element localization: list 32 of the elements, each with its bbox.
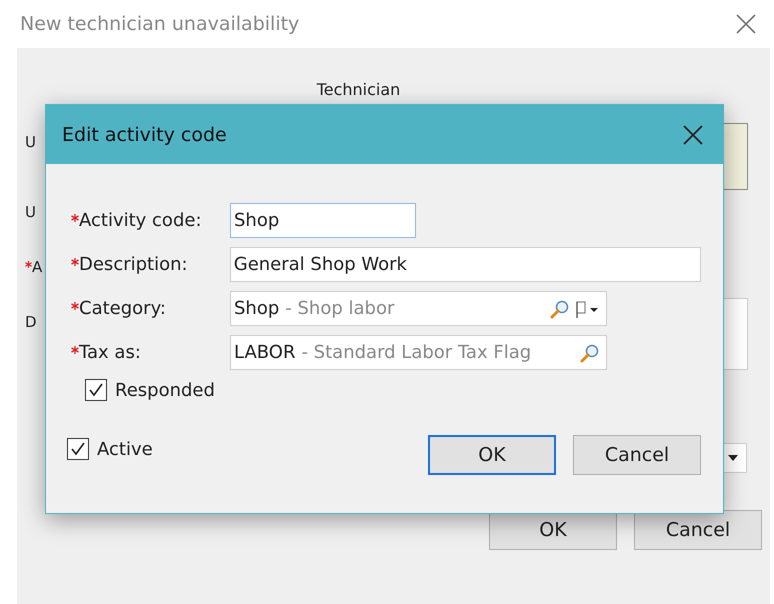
search-icon[interactable]: [580, 342, 600, 362]
checkbox-label: Responded: [115, 380, 215, 400]
flag-menu-icon[interactable]: [574, 298, 600, 318]
checkbox-label: Active: [97, 438, 153, 460]
lookup-description: - Standard Labor Tax Flag: [301, 342, 532, 363]
section-heading: Technician: [316, 80, 402, 99]
lookup-code: LABOR: [234, 342, 296, 363]
input-field[interactable]: Shop: [230, 203, 416, 238]
search-icon[interactable]: [550, 298, 570, 318]
lookup-description: - Shop labor: [285, 298, 394, 319]
close-icon[interactable]: [736, 14, 756, 34]
lookup-code: Shop: [234, 298, 280, 319]
field-label: U: [25, 133, 36, 151]
checkbox[interactable]: [85, 379, 107, 401]
ok-button[interactable]: OK: [428, 435, 556, 475]
field-label: Category:: [79, 298, 166, 319]
input-field[interactable]: General Shop Work: [230, 247, 701, 282]
window-title: New technician unavailability: [20, 13, 300, 35]
lookup-field[interactable]: Shop - Shop labor: [230, 291, 607, 326]
lookup-field[interactable]: LABOR - Standard Labor Tax Flag: [230, 335, 607, 370]
field-label: D: [25, 313, 37, 331]
field-label: U: [25, 203, 36, 221]
field-label: A: [32, 258, 42, 276]
field-label: Description:: [79, 254, 188, 275]
cancel-button[interactable]: Cancel: [634, 510, 762, 550]
cancel-button[interactable]: Cancel: [573, 435, 701, 475]
field-label: Activity code:: [79, 210, 202, 231]
dialog-title: Edit activity code: [62, 124, 228, 146]
caret-icon[interactable]: [728, 455, 738, 461]
close-icon[interactable]: [683, 124, 703, 144]
field-label: Tax as:: [79, 342, 141, 363]
checkbox[interactable]: [67, 438, 89, 460]
